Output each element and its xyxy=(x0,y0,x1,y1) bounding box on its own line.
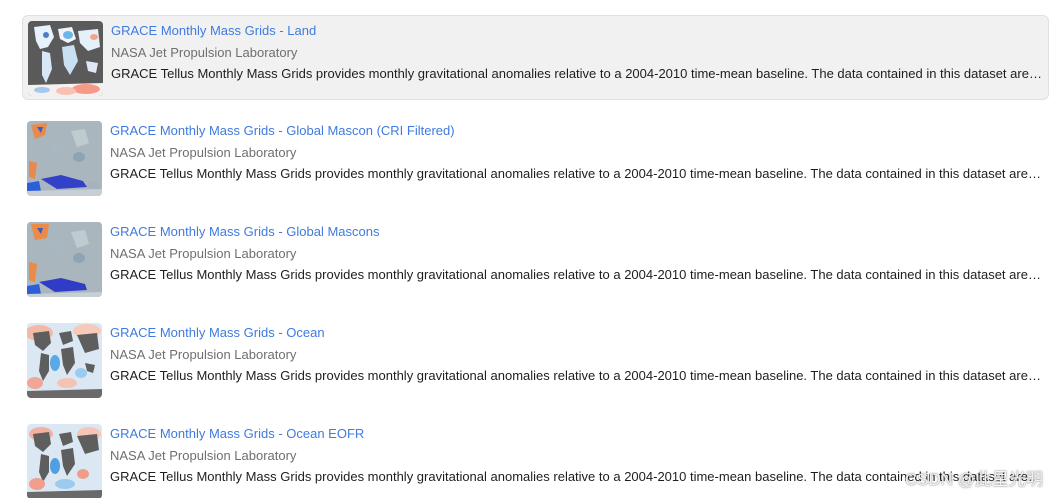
result-provider: NASA Jet Propulsion Laboratory xyxy=(110,246,297,261)
result-item-global-mascons[interactable]: GRACE Monthly Mass Grids - Global Mascon… xyxy=(22,217,1049,302)
result-title-link[interactable]: GRACE Monthly Mass Grids - Ocean EOFR xyxy=(110,426,364,441)
result-description: GRACE Tellus Monthly Mass Grids provides… xyxy=(110,469,1043,484)
result-description: GRACE Tellus Monthly Mass Grids provides… xyxy=(110,368,1043,383)
result-title-link[interactable]: GRACE Monthly Mass Grids - Land xyxy=(111,23,316,38)
mascon-cri-map-thumbnail-icon[interactable] xyxy=(27,121,102,196)
result-description: GRACE Tellus Monthly Mass Grids provides… xyxy=(110,267,1043,282)
result-provider: NASA Jet Propulsion Laboratory xyxy=(110,347,297,362)
result-item-global-mascon-cri[interactable]: GRACE Monthly Mass Grids - Global Mascon… xyxy=(22,116,1049,201)
watermark: CSDN @此星光明 xyxy=(904,470,1043,489)
result-item-ocean[interactable]: GRACE Monthly Mass Grids - Ocean NASA Je… xyxy=(22,318,1049,403)
result-provider: NASA Jet Propulsion Laboratory xyxy=(111,45,298,60)
result-provider: NASA Jet Propulsion Laboratory xyxy=(110,448,297,463)
land-map-thumbnail-icon[interactable] xyxy=(28,21,103,96)
result-title-link[interactable]: GRACE Monthly Mass Grids - Ocean xyxy=(110,325,325,340)
result-title-link[interactable]: GRACE Monthly Mass Grids - Global Mascon… xyxy=(110,224,379,239)
result-title-link[interactable]: GRACE Monthly Mass Grids - Global Mascon… xyxy=(110,123,455,138)
result-item-land[interactable]: GRACE Monthly Mass Grids - Land NASA Jet… xyxy=(22,15,1049,100)
result-item-ocean-eofr[interactable]: GRACE Monthly Mass Grids - Ocean EOFR NA… xyxy=(22,419,1049,498)
result-description: GRACE Tellus Monthly Mass Grids provides… xyxy=(110,166,1043,181)
dataset-results-list: GRACE Monthly Mass Grids - Land NASA Jet… xyxy=(0,0,1057,498)
result-description: GRACE Tellus Monthly Mass Grids provides… xyxy=(111,66,1044,81)
result-provider: NASA Jet Propulsion Laboratory xyxy=(110,145,297,160)
ocean-map-thumbnail-icon[interactable] xyxy=(27,323,102,398)
ocean-eofr-map-thumbnail-icon[interactable] xyxy=(27,424,102,498)
mascons-map-thumbnail-icon[interactable] xyxy=(27,222,102,297)
